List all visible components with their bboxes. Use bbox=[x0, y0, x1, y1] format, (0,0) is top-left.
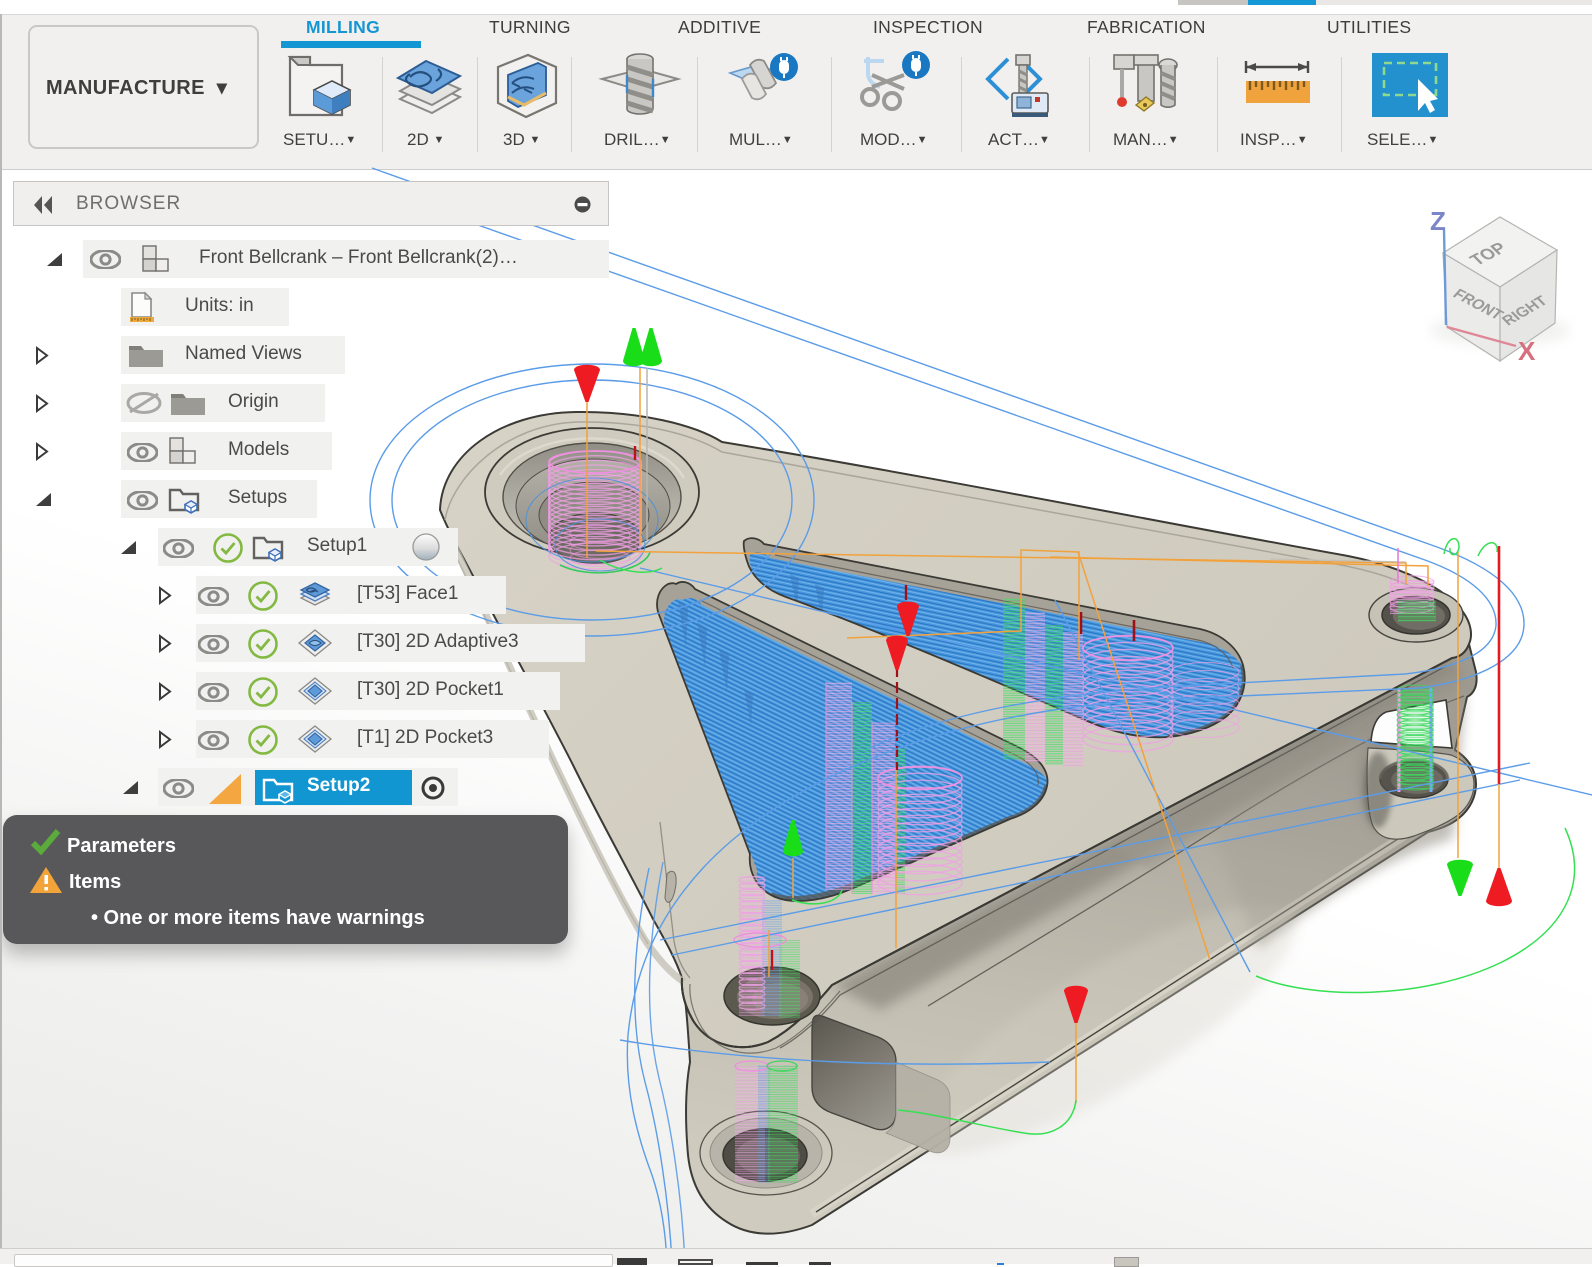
svg-text:X: X bbox=[1518, 336, 1536, 366]
svg-text:Z: Z bbox=[1430, 206, 1446, 236]
